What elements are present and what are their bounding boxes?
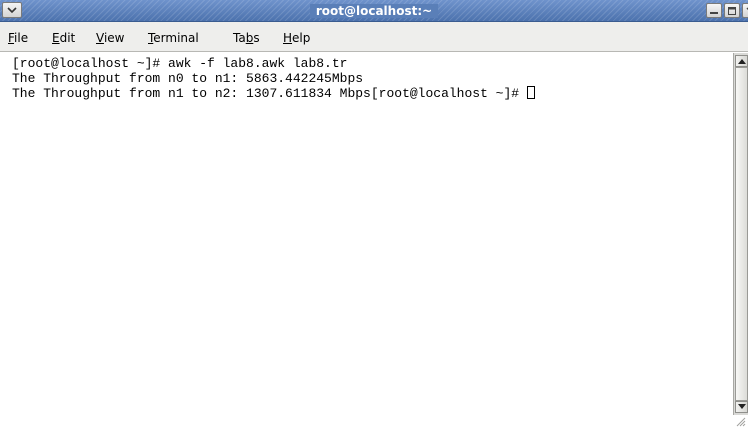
window-title: root@localhost:~ <box>0 0 748 22</box>
terminal-line: The Throughput from n1 to n2: 1307.61183… <box>12 86 527 101</box>
close-button[interactable] <box>742 3 748 18</box>
scroll-up-button[interactable] <box>735 55 748 67</box>
menu-terminal-label: erminal <box>153 31 199 45</box>
menu-edit-label: dit <box>59 31 76 45</box>
menu-edit-mnemonic: E <box>52 31 60 45</box>
minimize-button[interactable] <box>706 3 722 18</box>
window-title-text: root@localhost:~ <box>309 4 439 18</box>
text-cursor <box>526 86 535 99</box>
terminal-output[interactable]: [root@localhost ~]# awk -f lab8.awk lab8… <box>0 53 733 415</box>
scroll-down-arrow-icon <box>738 404 746 409</box>
menu-tabs-suffix: s <box>253 31 260 45</box>
terminal-line: [root@localhost ~]# awk -f lab8.awk lab8… <box>12 56 348 71</box>
menu-help-mnemonic: H <box>283 31 293 45</box>
menu-file-label: ile <box>14 31 29 45</box>
title-bar[interactable]: root@localhost:~ <box>0 0 748 22</box>
menu-edit[interactable]: Edit <box>52 30 75 46</box>
scroll-up-arrow-icon <box>738 59 746 64</box>
menu-view-mnemonic: V <box>96 31 104 45</box>
terminal-line: The Throughput from n0 to n1: 5863.44224… <box>12 71 364 86</box>
resize-grip-icon[interactable] <box>734 415 746 427</box>
window-bottom-edge <box>0 415 748 443</box>
menu-file[interactable]: File <box>8 30 28 46</box>
menu-help-label: elp <box>292 31 311 45</box>
scroll-thumb[interactable] <box>735 67 748 401</box>
menu-tabs[interactable]: Tabs <box>233 30 260 46</box>
scroll-down-button[interactable] <box>735 401 748 413</box>
menu-terminal[interactable]: Terminal <box>148 30 199 46</box>
maximize-button[interactable] <box>724 3 740 18</box>
menu-view-label: iew <box>103 31 125 45</box>
maximize-icon <box>728 7 736 15</box>
menu-view[interactable]: View <box>96 30 124 46</box>
minimize-icon <box>710 12 718 14</box>
vertical-scrollbar[interactable] <box>733 53 748 415</box>
menu-bar: File Edit View Terminal Tabs Help <box>0 22 748 52</box>
menu-tabs-prefix: Ta <box>233 31 246 45</box>
terminal-line-with-cursor: The Throughput from n1 to n2: 1307.61183… <box>12 86 733 101</box>
menu-help[interactable]: Help <box>283 30 310 46</box>
